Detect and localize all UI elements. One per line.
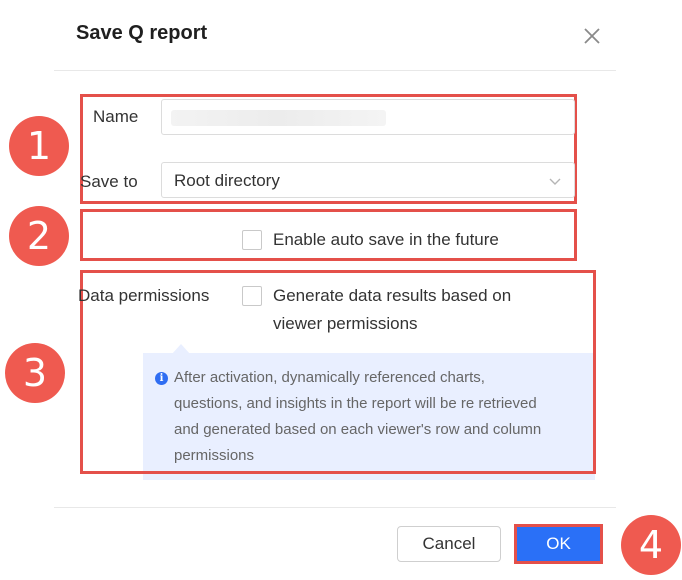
dialog-title: Save Q report [76, 22, 208, 44]
auto-save-checkbox[interactable] [242, 230, 262, 250]
save-to-select[interactable]: Root directory [161, 162, 575, 198]
generate-results-label-line2: viewer permissions [273, 314, 418, 333]
ok-button[interactable]: OK [514, 524, 603, 564]
annotation-badge-2: 2 [9, 206, 69, 266]
info-text-line4: permissions [174, 447, 255, 464]
save-to-value: Root directory [174, 171, 280, 190]
info-icon: i [155, 372, 168, 385]
name-input[interactable] [161, 99, 575, 135]
generate-results-label-line1: Generate data results based on [273, 286, 512, 305]
blurred-name-value [171, 110, 386, 126]
annotation-badge-3: 3 [5, 343, 65, 403]
header-divider [54, 70, 616, 71]
footer-divider [54, 507, 616, 508]
info-text-line3: and generated based on each viewer's row… [174, 421, 542, 438]
info-text-line2: questions, and insights in the report wi… [174, 395, 537, 412]
cancel-button[interactable]: Cancel [397, 526, 501, 562]
info-text-line1: After activation, dynamically referenced… [174, 369, 485, 386]
chevron-down-icon [549, 178, 561, 185]
annotation-badge-4: 4 [621, 515, 681, 575]
data-permissions-label: Data permissions [78, 286, 210, 305]
name-label: Name [93, 107, 139, 126]
close-icon[interactable] [580, 24, 604, 48]
generate-results-checkbox[interactable] [242, 286, 262, 306]
annotation-badge-1: 1 [9, 116, 69, 176]
save-to-label: Save to [80, 172, 138, 191]
auto-save-label: Enable auto save in the future [273, 230, 499, 249]
